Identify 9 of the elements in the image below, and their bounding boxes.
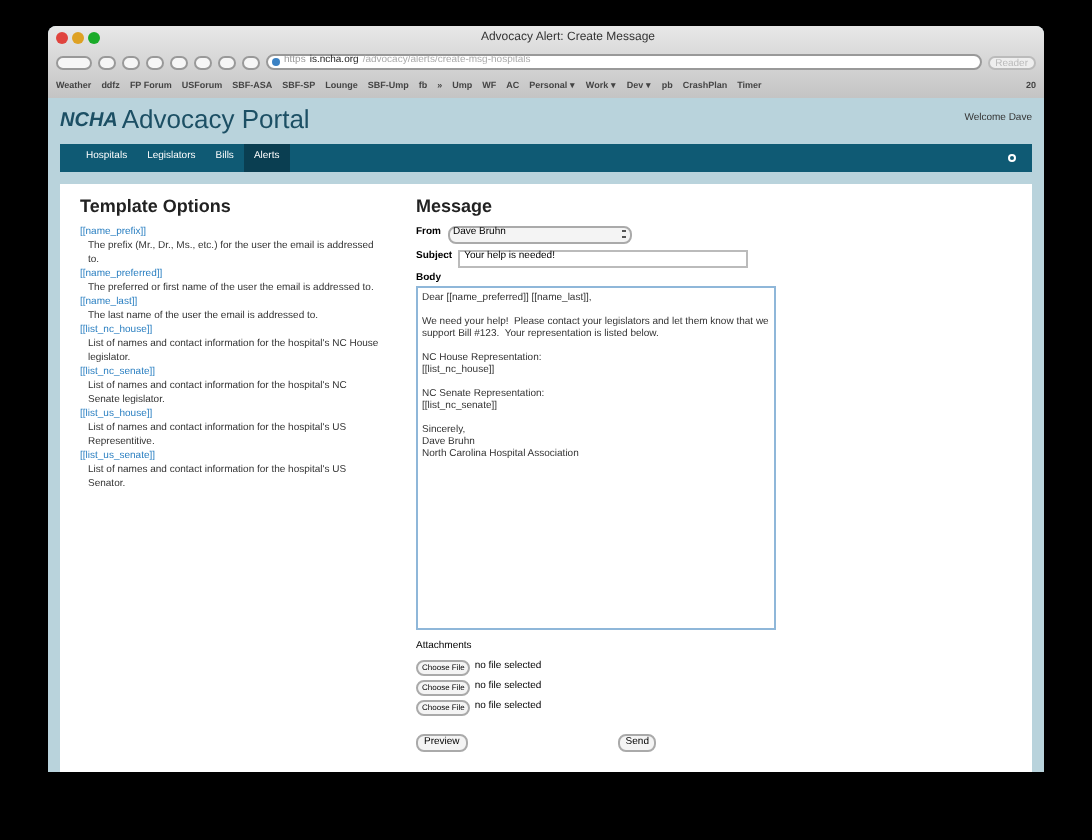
close-icon[interactable]	[56, 32, 68, 44]
logo-mark: NCHA	[60, 107, 118, 135]
back-forward-button[interactable]	[56, 55, 92, 69]
zoom-icon[interactable]	[88, 32, 100, 44]
portal-title: Advocacy Portal	[121, 102, 310, 139]
message-heading: Message	[416, 194, 495, 220]
minimize-icon[interactable]	[72, 32, 84, 44]
template-options-heading: Template Options	[80, 194, 233, 220]
select-arrows-icon	[621, 230, 625, 238]
